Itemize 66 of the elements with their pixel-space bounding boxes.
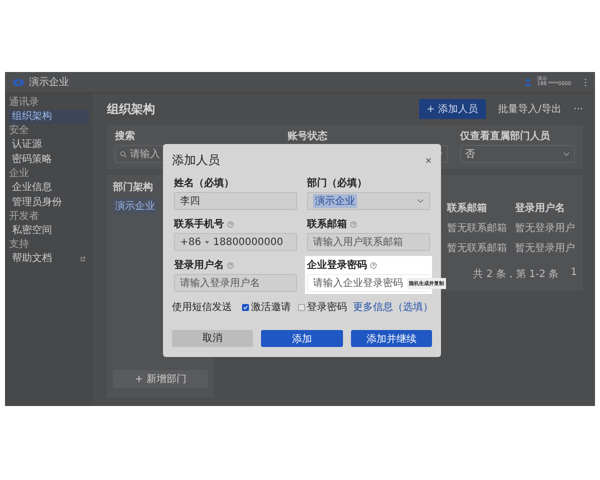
text-input-field[interactable]: 请输入登录用户名 xyxy=(174,274,297,292)
dialog-button[interactable]: 添加并继续 xyxy=(350,330,432,347)
dialog-button[interactable]: 添加 xyxy=(261,330,343,347)
more-options-icon[interactable] xyxy=(584,78,587,86)
table-cell-text: 暂无联系邮箱 xyxy=(447,242,508,255)
page-title: 组织架构 xyxy=(107,100,155,118)
help-icon[interactable] xyxy=(227,262,234,268)
help-icon[interactable] xyxy=(350,220,357,228)
table-cell-text: 暂无登录用户 xyxy=(515,222,576,235)
text-input-field[interactable]: 请输入用户联系邮箱 xyxy=(307,233,430,251)
filter-dropdown[interactable]: 否 xyxy=(460,145,575,163)
checkbox[interactable] xyxy=(298,304,305,310)
filter-label: 搜索 xyxy=(115,130,136,143)
filter-label: 账号状态 xyxy=(288,130,328,143)
department-select[interactable]: 演示企业 xyxy=(307,192,430,210)
department-item[interactable]: 演示企业 xyxy=(113,198,157,214)
user-avatar-icon[interactable] xyxy=(524,78,532,86)
table-cell-text: 暂无登录用户 xyxy=(515,242,576,255)
field-label: 联系邮箱 xyxy=(307,218,347,231)
checkbox-label: 激活邀请 xyxy=(251,300,291,314)
filter-label: 仅查看直属部门人员 xyxy=(460,129,551,143)
field-label: 部门（必填） xyxy=(307,176,367,190)
column-header: 登录用户名 xyxy=(515,201,566,215)
sidebar-section-label: 安全 xyxy=(9,125,30,137)
more-info-link[interactable]: 更多信息（选填） xyxy=(353,300,433,314)
sidebar-item[interactable]: 私密空间 xyxy=(9,224,89,238)
close-icon[interactable] xyxy=(425,157,432,164)
column-header: 联系邮箱 xyxy=(447,202,488,215)
sidebar-item[interactable]: 认证源 xyxy=(9,138,89,152)
checkbox[interactable] xyxy=(242,304,249,310)
page-number[interactable]: 1 xyxy=(570,267,577,281)
checkbox-label: 登录密码 xyxy=(307,300,347,314)
sidebar-section-label: 开发者 xyxy=(9,211,40,223)
caret-down-icon xyxy=(205,240,210,244)
dialog-title: 添加人员 xyxy=(172,152,220,169)
org-name: 演示企业 xyxy=(29,76,69,89)
table-cell-text: 暂无联系邮箱 xyxy=(447,222,508,235)
dialog-button[interactable]: 取消 xyxy=(172,330,254,347)
sidebar-item[interactable]: 企业信息 xyxy=(9,181,89,195)
pagination-summary: 共 2 条，第 1-2 条 xyxy=(473,268,559,281)
help-icon[interactable] xyxy=(227,220,234,228)
logo-icon xyxy=(13,78,24,86)
field-label: 联系手机号 xyxy=(174,218,224,231)
chevron-down-icon xyxy=(417,199,424,203)
sidebar-section-label: 通讯录 xyxy=(9,97,40,109)
chevron-down-icon xyxy=(563,152,570,156)
field-label: 姓名（必填） xyxy=(174,176,234,190)
sidebar-section-label: 企业 xyxy=(9,168,30,180)
search-icon xyxy=(120,150,127,158)
phone-input-field[interactable]: +86 18800000000 xyxy=(174,233,297,251)
sidebar-item[interactable]: 管理员身份 xyxy=(9,196,89,210)
new-department-button[interactable]: + 新增部门 xyxy=(113,370,208,388)
panel-title: 部门架构 xyxy=(113,180,153,194)
sidebar-item[interactable]: 帮助文档 xyxy=(9,252,89,266)
text-input-field[interactable]: 李四 xyxy=(174,192,297,210)
sms-label: 使用短信发送 xyxy=(172,301,232,314)
more-button[interactable]: ··· xyxy=(573,104,583,114)
field-label: 企业登录密码 xyxy=(307,258,367,272)
sidebar-item[interactable]: 密码策略 xyxy=(9,153,89,167)
add-person-button[interactable]: + 添加人员 xyxy=(418,99,486,119)
sidebar-section-label: 支持 xyxy=(9,239,30,251)
help-icon[interactable] xyxy=(370,262,377,268)
import-export-button[interactable]: 批量导入/导出 xyxy=(498,102,562,116)
field-label: 登录用户名 xyxy=(174,258,224,272)
sidebar-item[interactable]: 组织架构 xyxy=(9,110,89,124)
external-link-icon xyxy=(80,256,86,262)
